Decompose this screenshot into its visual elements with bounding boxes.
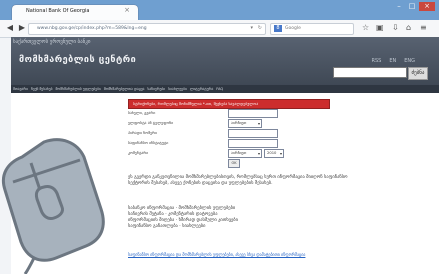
alert-text: სტრიქონები, რომლებიც მონიშნულია *-ით, შე… — [133, 101, 259, 106]
nav-item-rights[interactable]: მომხმარებლის უფლებები — [55, 85, 100, 93]
minimize-button[interactable]: – — [393, 2, 405, 11]
menu-icon[interactable]: ≡ — [420, 22, 427, 34]
required-fields-alert: სტრიქონები, რომლებიც მონიშნულია *-ით, შე… — [128, 99, 330, 109]
chevron-down-icon: ▾ — [279, 151, 282, 156]
chevron-down-icon: ▾ — [257, 151, 260, 156]
navigation-bar: ◀ ▶ www.nbg.gov.ge/cp/index.php?m=589&ln… — [0, 20, 439, 38]
tab-title: National Bank Of Georgia — [26, 8, 90, 14]
contact-select[interactable]: აირჩიეთ ▾ — [228, 119, 262, 128]
star-icon[interactable]: ☆ — [362, 22, 369, 34]
nav-item-news[interactable]: სიახლეები — [168, 85, 187, 93]
header-link-rss[interactable]: RSS — [371, 58, 381, 64]
header-link-en[interactable]: EN — [389, 58, 396, 64]
institution-label: საფინანსო ინსტიტუტი — [128, 140, 169, 145]
back-icon[interactable]: ◀ — [4, 22, 16, 34]
nav-item-protection[interactable]: მომხმარებელთა დაცვა — [104, 85, 145, 93]
year-select-value: 2010 — [267, 151, 277, 155]
contact-select-value: აირჩიეთ — [231, 121, 247, 125]
forward-icon[interactable]: ▶ — [16, 22, 28, 34]
header-links: RSS EN ENG — [371, 58, 415, 64]
address-text: www.nbg.gov.ge/cp/index.php?m=589&lng=en… — [37, 26, 147, 31]
chevron-down-icon: ▾ — [257, 121, 260, 126]
tab-strip: National Bank Of Georgia × – □ × — [0, 0, 439, 20]
nav-item-about[interactable]: ჩვენ შესახებ — [31, 85, 53, 93]
computer-mouse-icon — [1, 138, 105, 274]
refresh-icon[interactable]: ↻ — [258, 25, 262, 31]
site-search-button[interactable]: ძებნა — [408, 67, 428, 80]
site-subtitle: საქართველოს ეროვნული ბანკი — [13, 39, 91, 45]
site-navigation: მთავარი ჩვენ შესახებ მომხმარებლის უფლებე… — [11, 85, 439, 93]
maximize-button[interactable]: □ — [406, 2, 418, 11]
site-search-input[interactable] — [333, 67, 407, 78]
window-controls: – □ × — [393, 2, 435, 11]
address-bar[interactable]: www.nbg.gov.ge/cp/index.php?m=589&lng=en… — [28, 23, 266, 35]
home-icon[interactable]: ⌂ — [406, 22, 411, 34]
search-placeholder: Google — [285, 26, 301, 31]
name-label: სახელი, გვარი — [128, 110, 156, 115]
download-icon[interactable]: ⇩ — [392, 22, 399, 34]
header-link-eng[interactable]: ENG — [404, 58, 415, 64]
nav-item-faq[interactable]: FAQ — [216, 85, 223, 93]
year-select[interactable]: 2010 ▾ — [264, 149, 284, 158]
institution-input[interactable] — [228, 139, 278, 148]
comment-select-value: აირჩიეთ — [231, 151, 247, 155]
site-header: საქართველოს ეროვნული ბანკი მომხმარებლის … — [11, 37, 439, 93]
search-input[interactable]: 8 Google — [270, 23, 354, 35]
footer-link[interactable]: საფინანსო ინფორმაცია და მომხმარებლის უფლ… — [128, 252, 308, 257]
intro-paragraph: ეს გვერდი განკუთვნილია მომხმარებლებისთვი… — [128, 175, 348, 186]
info-list: საბანკო ინფორმაცია · მომხმარებლის უფლებე… — [128, 206, 238, 229]
id-input[interactable] — [228, 129, 278, 138]
nav-item-literature[interactable]: ლიტერატურა — [190, 85, 213, 93]
contact-label: ელფოსტა ან ტელეფონი — [128, 120, 174, 125]
submit-button[interactable]: OK — [228, 159, 240, 168]
nav-item-home[interactable]: მთავარი — [13, 85, 28, 93]
bookmark-icon[interactable]: ▣ — [376, 22, 384, 34]
close-tab-icon[interactable]: × — [124, 7, 130, 14]
site-title: მომხმარებლის ცენტრი — [19, 55, 137, 65]
name-input[interactable] — [228, 109, 278, 118]
nav-item-complaints[interactable]: საჩივრები — [147, 85, 165, 93]
dropdown-icon[interactable]: ▾ — [250, 25, 253, 31]
browser-window: National Bank Of Georgia × – □ × ◀ ▶ www… — [0, 0, 439, 274]
comment-select[interactable]: აირჩიეთ ▾ — [228, 149, 262, 158]
comment-label: კომენტარი — [128, 150, 149, 155]
browser-tab[interactable]: National Bank Of Georgia × — [12, 5, 138, 20]
search-engine-logo: 8 — [274, 25, 282, 32]
id-label: პირადი ნომერი — [128, 130, 157, 135]
close-window-button[interactable]: × — [419, 2, 435, 11]
